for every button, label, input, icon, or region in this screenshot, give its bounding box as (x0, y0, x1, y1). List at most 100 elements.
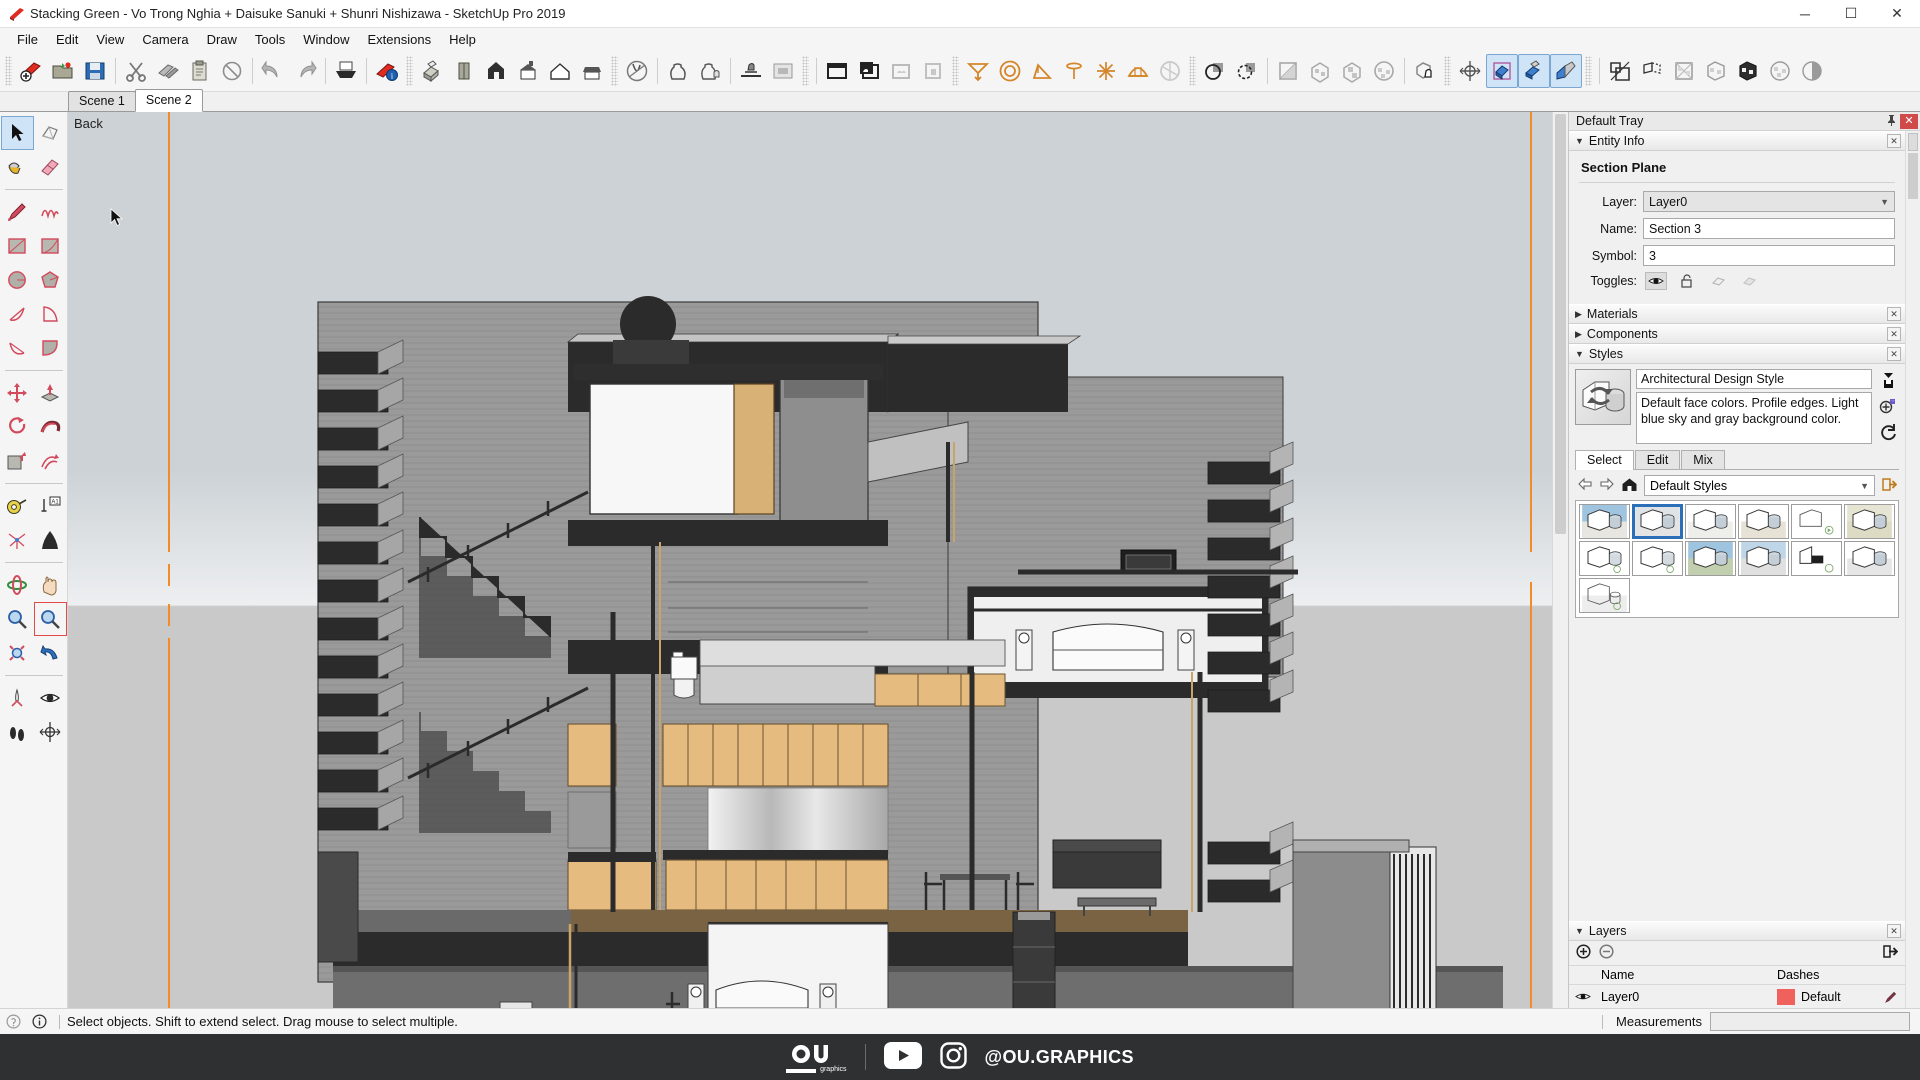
flip-edge-icon[interactable] (1154, 54, 1186, 88)
pencil-icon[interactable] (1877, 990, 1905, 1004)
tab-edit[interactable]: Edit (1635, 450, 1681, 469)
style-thumb-11[interactable] (1791, 541, 1842, 576)
menu-view[interactable]: View (87, 30, 133, 49)
undo-arrow-icon[interactable] (257, 54, 289, 88)
drape-icon[interactable] (1090, 54, 1122, 88)
position-camera-icon[interactable] (1, 681, 34, 715)
remove-layer-icon[interactable] (1599, 944, 1614, 962)
tray-close-button[interactable]: ✕ (1900, 114, 1918, 129)
panel-close-styles[interactable]: ✕ (1887, 347, 1901, 361)
style-thumb-10[interactable] (1738, 541, 1789, 576)
stamp-icon[interactable] (1058, 54, 1090, 88)
style-thumb-6[interactable] (1844, 504, 1895, 539)
freehand-icon[interactable] (34, 195, 67, 229)
follow-me-icon[interactable] (34, 410, 67, 444)
toolbar-grip[interactable] (406, 56, 413, 86)
polygon-icon[interactable] (34, 263, 67, 297)
line-pencil-icon[interactable] (1, 195, 34, 229)
share-component-icon[interactable] (885, 54, 917, 88)
from-scratch-icon[interactable] (994, 54, 1026, 88)
offset-icon[interactable] (34, 444, 67, 478)
3d-warehouse-icon[interactable] (821, 54, 853, 88)
top-view-icon[interactable] (448, 54, 480, 88)
toolbar-grip[interactable] (952, 56, 959, 86)
style-thumb-12[interactable] (1844, 541, 1895, 576)
look-around-icon[interactable] (662, 54, 694, 88)
style-thumb-8[interactable] (1632, 541, 1683, 576)
tray-scroll-thumb[interactable] (1908, 153, 1918, 199)
display-section-plane-icon[interactable] (1707, 272, 1729, 290)
youtube-icon[interactable] (884, 1042, 922, 1072)
paste-icon[interactable] (184, 54, 216, 88)
menu-camera[interactable]: Camera (133, 30, 197, 49)
front-view-icon[interactable] (480, 54, 512, 88)
arrow-left-icon[interactable] (1577, 477, 1593, 494)
panel-header-entity-info[interactable]: ▼ Entity Info ✕ (1569, 131, 1905, 151)
union-icon[interactable] (1272, 54, 1304, 88)
style-thumb-3[interactable] (1685, 504, 1736, 539)
style-description-field[interactable]: Default face colors. Profile edges. Ligh… (1636, 392, 1872, 444)
table-row[interactable]: Layer0 Default (1569, 985, 1905, 1008)
open-folder-icon[interactable] (47, 54, 79, 88)
extension-warehouse-icon[interactable] (917, 54, 949, 88)
hidden-line-icon[interactable] (1700, 54, 1732, 88)
tab-mix[interactable]: Mix (1681, 450, 1724, 469)
info-icon[interactable] (26, 1014, 52, 1029)
scene-tab-scene-1[interactable]: Scene 1 (68, 91, 136, 111)
from-contours-icon[interactable] (962, 54, 994, 88)
circle-icon[interactable] (1, 263, 34, 297)
trim-icon[interactable] (1336, 54, 1368, 88)
toolbar-grip[interactable] (1585, 56, 1592, 86)
monochrome-icon[interactable] (1796, 54, 1828, 88)
add-layer-icon[interactable] (1576, 944, 1591, 962)
panel-close-layers[interactable]: ✕ (1887, 924, 1901, 938)
back-edges-icon[interactable] (1636, 54, 1668, 88)
arc-2point-icon[interactable] (1, 297, 34, 331)
paint-bucket-icon[interactable] (1, 150, 34, 184)
add-detail-icon[interactable] (1122, 54, 1154, 88)
iso-view-icon[interactable] (416, 54, 448, 88)
name-field[interactable]: Section 3 (1643, 218, 1895, 239)
arrow-right-icon[interactable] (1599, 477, 1615, 494)
arc-icon[interactable] (34, 297, 67, 331)
axes-icon[interactable] (1454, 54, 1486, 88)
pin-icon[interactable] (1882, 114, 1900, 129)
measurements-input[interactable] (1710, 1012, 1910, 1031)
push-pull-icon[interactable] (34, 376, 67, 410)
shaded-icon[interactable] (1732, 54, 1764, 88)
details-arrow-icon[interactable] (1881, 477, 1897, 495)
save-disk-icon[interactable] (79, 54, 111, 88)
lasso-select-icon[interactable] (34, 116, 67, 150)
menu-draw[interactable]: Draw (198, 30, 246, 49)
menu-window[interactable]: Window (294, 30, 358, 49)
copy-icon[interactable] (152, 54, 184, 88)
section-cut-icon[interactable] (735, 54, 767, 88)
select-arrow-icon[interactable] (1, 116, 34, 150)
scale-icon[interactable] (1, 444, 34, 478)
zoom-icon[interactable] (1, 602, 34, 636)
wireframe-icon[interactable] (1668, 54, 1700, 88)
panel-header-components[interactable]: ▶ Components ✕ (1569, 324, 1905, 344)
home-icon[interactable] (1621, 477, 1638, 495)
subtract-icon[interactable] (1304, 54, 1336, 88)
zoom-window-icon[interactable] (34, 602, 67, 636)
toolbar-grip[interactable] (802, 56, 809, 86)
smoove-icon[interactable] (1026, 54, 1058, 88)
tray-scroll-up-arrow[interactable] (1908, 133, 1918, 151)
display-section-fill-icon[interactable] (1738, 272, 1760, 290)
back-view-icon[interactable] (544, 54, 576, 88)
protractor-icon[interactable] (1, 523, 34, 557)
eraser-icon[interactable] (34, 150, 67, 184)
update-style-icon[interactable] (1879, 397, 1897, 418)
pie-icon[interactable] (34, 331, 67, 365)
rotated-rectangle-icon[interactable] (34, 229, 67, 263)
layer-dashes[interactable]: Default (1777, 989, 1877, 1005)
toolbar-grip[interactable] (611, 56, 618, 86)
pan-hand-icon[interactable] (34, 568, 67, 602)
walk-icon[interactable] (694, 54, 726, 88)
share-model-icon[interactable] (853, 54, 885, 88)
layer-color-swatch[interactable] (1777, 989, 1795, 1005)
create-style-icon[interactable] (1881, 371, 1896, 392)
menu-file[interactable]: File (8, 30, 47, 49)
refresh-style-icon[interactable] (1879, 423, 1897, 444)
